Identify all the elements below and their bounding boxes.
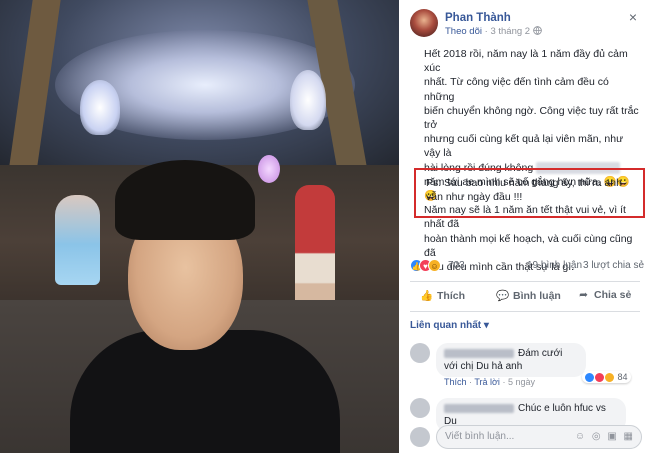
comment-like-link[interactable]: Thích [444, 377, 467, 387]
comment-reply-link[interactable]: Trả lời [474, 377, 500, 387]
share-icon: ➦ [579, 289, 588, 301]
post-text: Hết 2018 rồi, năm nay là 1 năm đầy đủ cả… [424, 47, 642, 274]
comment-item: Chúc e luôn hfuc vs Du [410, 398, 642, 432]
globe-icon [532, 26, 542, 37]
comment-bubble: Đám cưới với chị Du hả anh [436, 343, 586, 377]
author-name[interactable]: Phan Thành [445, 12, 511, 24]
comment-reaction-count: 84 [617, 372, 628, 382]
post-line: nhưng cuối cùng kết quả lại viên mãn, nh… [424, 133, 624, 160]
photo-child [55, 195, 100, 285]
comment-input[interactable]: Viết bình luận... ☺ ◎ ▣ ▦ [436, 425, 642, 449]
haha-reaction-icon [605, 373, 614, 383]
photo-lantern [80, 80, 120, 135]
post-line: Hết 2018 rồi, năm nay là 1 năm đầy đủ cả… [424, 48, 628, 75]
reactions-summary[interactable]: 👍 ♥ ☺ 703 19 bình luận 3 lượt chia sẻ [410, 259, 644, 275]
share-label: Chia sẻ [594, 289, 632, 301]
photo-lantern [290, 70, 326, 130]
post-meta: Theo dõi · 3 tháng 2 [445, 26, 542, 37]
commenter-name-blurred[interactable] [444, 348, 514, 358]
comment-sort-dropdown[interactable]: Liên quan nhất ▾ [410, 320, 489, 331]
post-line: nhất. Từ công việc đến tình cảm đều có n… [424, 76, 609, 103]
post-line: biến chuyển không ngờ. Công việc tuy rất… [424, 104, 639, 132]
share-count[interactable]: 3 lượt chia sẻ [583, 260, 644, 271]
photo-man-hair [115, 160, 255, 240]
photo-balloon [258, 155, 280, 183]
comment-item: Đám cưới với chị Du hả anh Thích · Trả l… [410, 343, 642, 393]
close-icon[interactable]: × [626, 10, 640, 24]
commenter-avatar[interactable] [410, 343, 430, 363]
reaction-count[interactable]: 703 [448, 260, 465, 271]
commenter-name-blurred[interactable] [444, 403, 514, 413]
photo-man-shirt [70, 330, 340, 453]
like-button[interactable]: 👍 Thích [420, 289, 465, 302]
comment-time: 5 ngày [507, 377, 535, 387]
post-header: Phan Thành Theo dõi · 3 tháng 2 × [410, 9, 640, 39]
haha-reaction-icon: ☺ [428, 259, 441, 272]
comment-placeholder: Viết bình luận... [445, 431, 515, 442]
divider [410, 311, 640, 312]
comment-icon: 💬 [496, 290, 510, 302]
post-ps-text: Ps: Sau bao nhiu năm tháng ấy, thì ra an… [426, 177, 622, 204]
comment-button[interactable]: 💬 Bình luận [496, 289, 561, 302]
love-reaction-icon [595, 373, 604, 383]
commenter-avatar[interactable] [410, 398, 430, 418]
current-user-avatar [410, 427, 430, 447]
post-photo[interactable] [0, 0, 399, 453]
comment-count[interactable]: 19 bình luận [527, 260, 582, 271]
comment-tool-icons[interactable]: ☺ ◎ ▣ ▦ [575, 431, 635, 442]
comment-reactions[interactable]: 84 [582, 371, 631, 384]
write-comment-row: Viết bình luận... ☺ ◎ ▣ ▦ [410, 425, 642, 449]
share-button[interactable]: ➦ Chia sẻ [577, 289, 631, 301]
post-actions: 👍 Thích 💬 Bình luận ➦ Chia sẻ [410, 286, 640, 308]
comment-meta: Thích · Trả lời · 5 ngày [444, 377, 535, 387]
thumbs-up-icon: 👍 [420, 290, 434, 302]
post-panel: Phan Thành Theo dõi · 3 tháng 2 × Hết 20… [399, 0, 650, 453]
follow-link[interactable]: Theo dõi [445, 26, 482, 37]
comment-label: Bình luận [513, 290, 561, 302]
post-date[interactable]: 3 tháng 2 [490, 26, 530, 37]
post-line: hoàn thành mọi kế hoạch, và cuối cùng cũ… [424, 232, 633, 259]
author-avatar[interactable] [410, 9, 438, 37]
like-label: Thích [437, 290, 465, 302]
like-reaction-icon [585, 373, 594, 383]
divider [410, 281, 640, 282]
